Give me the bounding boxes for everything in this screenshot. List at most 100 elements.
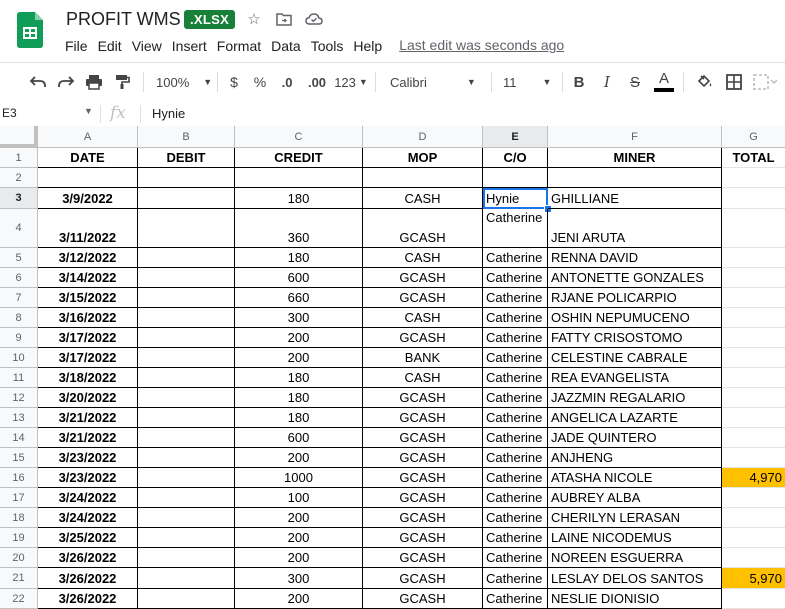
cell-credit[interactable]: 200 <box>235 528 363 548</box>
row-header-2[interactable]: 2 <box>0 168 38 188</box>
cell-mop[interactable]: GCASH <box>363 428 483 448</box>
menu-file[interactable]: File <box>60 37 93 55</box>
cell-credit[interactable] <box>235 168 363 188</box>
cell-mop[interactable]: GCASH <box>363 589 483 609</box>
cell-total[interactable] <box>722 488 785 508</box>
row-header-19[interactable]: 19 <box>0 528 38 548</box>
cell-miner[interactable]: GHILLIANE <box>548 188 722 209</box>
cell-credit[interactable]: 100 <box>235 488 363 508</box>
cell-credit[interactable]: 200 <box>235 508 363 528</box>
row-header-3[interactable]: 3 <box>0 188 38 209</box>
cell-credit[interactable]: 200 <box>235 448 363 468</box>
cell-credit[interactable]: 200 <box>235 328 363 348</box>
menu-data[interactable]: Data <box>266 37 306 55</box>
row-header-20[interactable]: 20 <box>0 548 38 568</box>
cell-miner[interactable] <box>548 168 722 188</box>
column-header-f[interactable]: F <box>548 126 722 148</box>
cell-mop[interactable]: GCASH <box>363 268 483 288</box>
cell-date[interactable] <box>38 168 138 188</box>
menu-help[interactable]: Help <box>348 37 387 55</box>
cell-total[interactable] <box>722 589 785 609</box>
cell-date[interactable]: 3/9/2022 <box>38 188 138 209</box>
cell-date[interactable]: 3/14/2022 <box>38 268 138 288</box>
cell-mop[interactable]: GCASH <box>363 209 483 248</box>
cell-mop[interactable]: CASH <box>363 188 483 209</box>
cell-total[interactable] <box>722 408 785 428</box>
cell-total[interactable]: 5,970 <box>722 568 785 589</box>
cell-date[interactable]: 3/16/2022 <box>38 308 138 328</box>
cell-date[interactable]: 3/21/2022 <box>38 408 138 428</box>
merge-cells-icon[interactable] <box>752 69 780 95</box>
cell-co[interactable]: Catherine <box>483 328 548 348</box>
cell-co[interactable]: Catherine <box>483 548 548 568</box>
cell-debit[interactable] <box>138 508 235 528</box>
row-header-16[interactable]: 16 <box>0 468 38 488</box>
cell-co[interactable]: Catherine <box>483 288 548 308</box>
cell-mop[interactable]: GCASH <box>363 468 483 488</box>
cell-debit[interactable] <box>138 428 235 448</box>
cell-mop[interactable]: BANK <box>363 348 483 368</box>
cell-total[interactable]: 4,970 <box>722 468 785 488</box>
row-header-21[interactable]: 21 <box>0 568 38 589</box>
cell-co[interactable]: Catherine <box>483 268 548 288</box>
cell-credit[interactable]: 180 <box>235 408 363 428</box>
cell-debit[interactable] <box>138 248 235 268</box>
cell-mop[interactable]: GCASH <box>363 448 483 468</box>
cell-miner[interactable]: RENNA DAVID <box>548 248 722 268</box>
column-title-debit[interactable]: DEBIT <box>138 148 235 168</box>
cell-credit[interactable]: 200 <box>235 589 363 609</box>
cell-mop[interactable]: GCASH <box>363 508 483 528</box>
undo-icon[interactable] <box>27 69 49 95</box>
cell-total[interactable] <box>722 188 785 209</box>
decrease-decimal-button[interactable]: .0 <box>276 69 298 95</box>
italic-button[interactable]: I <box>597 69 617 95</box>
cell-mop[interactable]: GCASH <box>363 388 483 408</box>
cell-date[interactable]: 3/17/2022 <box>38 328 138 348</box>
star-icon[interactable]: ☆ <box>245 10 263 28</box>
cell-date[interactable]: 3/26/2022 <box>38 548 138 568</box>
currency-format-button[interactable]: $ <box>224 69 244 95</box>
cell-debit[interactable] <box>138 328 235 348</box>
cell-credit[interactable]: 1000 <box>235 468 363 488</box>
cell-miner[interactable]: JENI ARUTA <box>548 209 722 248</box>
cell-co[interactable]: Catherine <box>483 488 548 508</box>
cell-mop[interactable] <box>363 168 483 188</box>
cell-mop[interactable]: CASH <box>363 368 483 388</box>
move-folder-icon[interactable] <box>275 10 293 28</box>
cell-debit[interactable] <box>138 528 235 548</box>
cell-debit[interactable] <box>138 548 235 568</box>
cell-total[interactable] <box>722 209 785 248</box>
cell-debit[interactable] <box>138 168 235 188</box>
print-icon[interactable] <box>83 69 105 95</box>
cell-co[interactable]: Catherine <box>483 348 548 368</box>
cell-co[interactable] <box>483 168 548 188</box>
cell-miner[interactable]: CHERILYN LERASAN <box>548 508 722 528</box>
cell-debit[interactable] <box>138 468 235 488</box>
menu-format[interactable]: Format <box>212 37 266 55</box>
cell-total[interactable] <box>722 528 785 548</box>
cell-credit[interactable]: 200 <box>235 348 363 368</box>
document-title[interactable]: PROFIT WMS <box>66 9 181 30</box>
cell-mop[interactable]: GCASH <box>363 568 483 589</box>
cell-co[interactable]: Catherine <box>483 408 548 428</box>
cell-miner[interactable]: ATASHA NICOLE <box>548 468 722 488</box>
cell-total[interactable] <box>722 348 785 368</box>
cell-mop[interactable]: GCASH <box>363 408 483 428</box>
cell-debit[interactable] <box>138 348 235 368</box>
cell-date[interactable]: 3/26/2022 <box>38 589 138 609</box>
cell-co[interactable]: Catherine <box>483 308 548 328</box>
cell-miner[interactable]: AUBREY ALBA <box>548 488 722 508</box>
cell-miner[interactable]: ANTONETTE GONZALES <box>548 268 722 288</box>
bold-button[interactable]: B <box>569 69 589 95</box>
cell-co[interactable]: Catherine <box>483 508 548 528</box>
cell-total[interactable] <box>722 268 785 288</box>
paint-format-icon[interactable] <box>111 69 133 95</box>
more-formats-button[interactable]: 123 ▼ <box>333 69 369 95</box>
menu-edit[interactable]: Edit <box>93 37 127 55</box>
cell-miner[interactable]: RJANE POLICARPIO <box>548 288 722 308</box>
cell-credit[interactable]: 300 <box>235 308 363 328</box>
column-header-g[interactable]: G <box>722 126 785 148</box>
cell-date[interactable]: 3/17/2022 <box>38 348 138 368</box>
cell-total[interactable] <box>722 548 785 568</box>
cell-credit[interactable]: 180 <box>235 248 363 268</box>
